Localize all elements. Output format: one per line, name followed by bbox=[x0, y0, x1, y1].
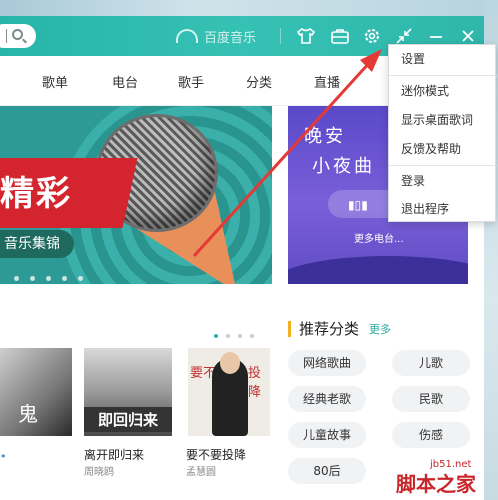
pagination-dot[interactable] bbox=[46, 276, 51, 281]
category-chip[interactable]: 经典老歌 bbox=[288, 386, 366, 412]
desktop-background bbox=[0, 0, 498, 16]
song-title[interactable]: 离开即归来 bbox=[84, 446, 144, 463]
more-radio-link[interactable]: 更多电台... bbox=[354, 230, 404, 245]
category-chip[interactable]: 民歌 bbox=[392, 386, 470, 412]
menu-item-mini-mode[interactable]: 迷你模式 bbox=[389, 77, 497, 106]
menu-item-feedback-help[interactable]: 反馈及帮助 bbox=[389, 135, 497, 164]
album-cover[interactable]: 要不 投降 bbox=[188, 348, 270, 436]
category-chip[interactable]: 儿歌 bbox=[392, 350, 470, 376]
toolbar-divider bbox=[280, 28, 281, 44]
carousel-dot[interactable] bbox=[226, 334, 230, 338]
close-icon[interactable] bbox=[458, 26, 478, 46]
screenshot: 百度音乐 歌单 电台 歌手 分类 直播 精彩 音乐集锦 晚安 小夜曲 ▮▯▮ 更… bbox=[0, 0, 498, 500]
song-artist[interactable]: 孟慧圆 bbox=[186, 463, 216, 478]
recommended-header: 推荐分类 更多 bbox=[288, 318, 391, 339]
carousel-dot[interactable] bbox=[250, 334, 254, 338]
equalizer-icon: ▮▯▮ bbox=[348, 198, 368, 212]
album-cover[interactable]: 鬼 bbox=[0, 348, 72, 436]
menu-item-desktop-lyrics[interactable]: 显示桌面歌词 bbox=[389, 106, 497, 135]
banner-pagination bbox=[14, 276, 83, 281]
search-icon[interactable] bbox=[12, 29, 23, 40]
song-artist[interactable]: 周晓鸥 bbox=[84, 463, 114, 478]
menu-divider bbox=[389, 75, 497, 76]
album-figure bbox=[212, 352, 248, 436]
category-chip[interactable]: 伤感 bbox=[392, 422, 470, 448]
banner-subtitle: 音乐集锦 bbox=[0, 230, 74, 258]
nav-item-categories[interactable]: 分类 bbox=[246, 72, 272, 91]
category-chip[interactable]: 80后 bbox=[288, 458, 366, 484]
song-title[interactable]: 要不要投降 bbox=[186, 446, 246, 463]
nav-item-playlists[interactable]: 歌单 bbox=[42, 72, 68, 91]
carousel-dot[interactable] bbox=[214, 334, 218, 338]
song-marker: • bbox=[0, 450, 7, 463]
pagination-dot[interactable] bbox=[62, 276, 67, 281]
settings-dropdown-menu: 设置 迷你模式 显示桌面歌词 反馈及帮助 登录 退出程序 bbox=[388, 44, 497, 224]
mini-mode-icon[interactable] bbox=[394, 26, 414, 46]
recommended-more-link[interactable]: 更多 bbox=[369, 321, 391, 337]
carousel-dots bbox=[214, 334, 254, 338]
toolbox-icon[interactable] bbox=[330, 26, 350, 46]
carousel-dot[interactable] bbox=[238, 334, 242, 338]
nav-item-live[interactable]: 直播 bbox=[314, 72, 340, 91]
album-cover-text: 即回归来 bbox=[84, 407, 172, 432]
menu-divider bbox=[389, 165, 497, 166]
nav-item-radio[interactable]: 电台 bbox=[112, 72, 138, 91]
menu-item-exit[interactable]: 退出程序 bbox=[389, 195, 497, 224]
radio-banner-line2: 小夜曲 bbox=[312, 156, 375, 177]
album-cover[interactable]: 即回归来 bbox=[84, 348, 172, 436]
minimize-icon[interactable] bbox=[426, 26, 446, 46]
gear-icon[interactable] bbox=[362, 26, 382, 46]
pagination-dot[interactable] bbox=[14, 276, 19, 281]
pagination-dot[interactable] bbox=[30, 276, 35, 281]
pagination-dot[interactable] bbox=[78, 276, 83, 281]
feature-banner[interactable]: 精彩 音乐集锦 bbox=[0, 106, 272, 284]
section-marker bbox=[288, 320, 291, 337]
skin-icon[interactable] bbox=[296, 26, 316, 46]
album-cover-text: 鬼 bbox=[18, 402, 38, 426]
radio-banner-line1: 晚安 bbox=[304, 126, 346, 147]
search-caret bbox=[6, 29, 7, 43]
watermark-text: 脚本之家 bbox=[396, 472, 476, 496]
search-box[interactable] bbox=[0, 24, 36, 48]
brand-label: 百度音乐 bbox=[204, 30, 257, 46]
app-brand: 百度音乐 bbox=[176, 26, 256, 46]
banner-hill bbox=[288, 256, 468, 284]
category-chip[interactable]: 儿童故事 bbox=[288, 422, 366, 448]
category-chip[interactable]: 网络歌曲 bbox=[288, 350, 366, 376]
recommended-title: 推荐分类 bbox=[299, 320, 360, 338]
album-cover-text: 投降 bbox=[248, 366, 262, 400]
menu-item-login[interactable]: 登录 bbox=[389, 167, 497, 196]
banner-title: 精彩 bbox=[0, 174, 72, 214]
headphones-logo-icon bbox=[176, 29, 198, 43]
nav-item-artists[interactable]: 歌手 bbox=[178, 72, 204, 91]
menu-item-settings[interactable]: 设置 bbox=[389, 45, 497, 74]
